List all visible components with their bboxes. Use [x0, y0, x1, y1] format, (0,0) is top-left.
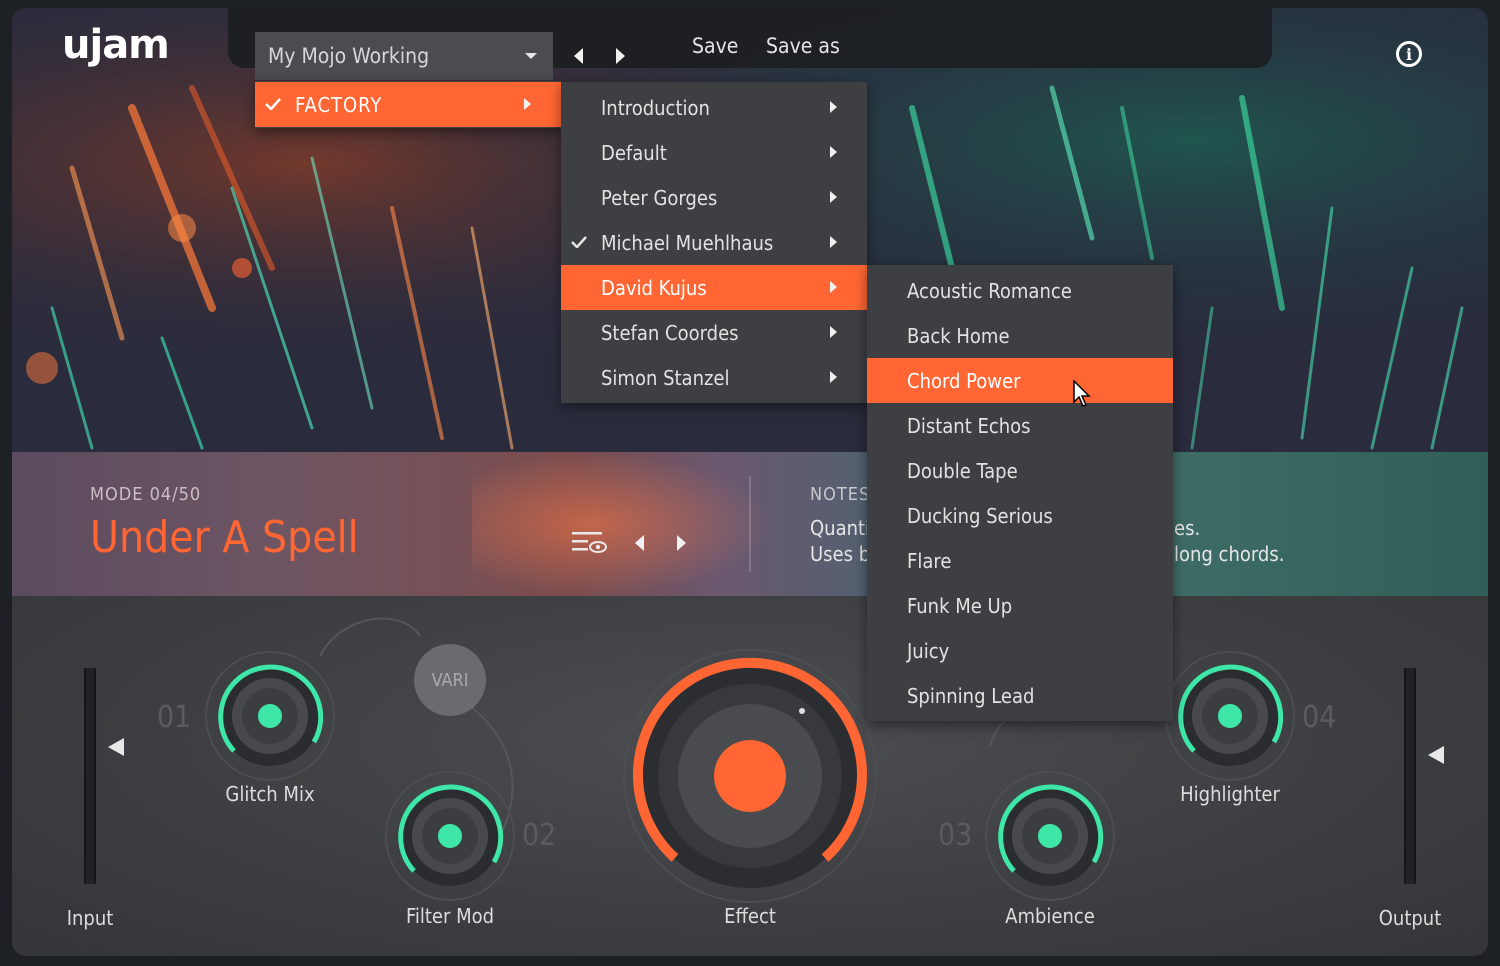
menu-item-simon-stanzel[interactable]: Simon Stanzel — [561, 355, 867, 400]
chevron-down-icon — [525, 53, 537, 59]
slot-number-02: 02 — [522, 818, 557, 853]
effect-knob[interactable] — [620, 646, 880, 906]
notes-line-2-right: long chords. — [1174, 542, 1285, 566]
filter-mod-knob[interactable] — [380, 766, 520, 906]
chevron-right-icon — [524, 98, 531, 110]
menu-item-peter-gorges[interactable]: Peter Gorges — [561, 175, 867, 220]
menu-item-flare[interactable]: Flare — [867, 538, 1173, 583]
notes-line-1-right: es. — [1174, 516, 1201, 540]
menu-item-back-home[interactable]: Back Home — [867, 313, 1173, 358]
chevron-right-icon — [830, 191, 837, 203]
next-preset-button[interactable] — [616, 48, 625, 64]
mode-number: MODE 04/50 — [90, 484, 202, 505]
chevron-right-icon — [830, 146, 837, 158]
check-icon — [571, 236, 587, 248]
strip-divider — [749, 476, 751, 572]
menu-item-label: FACTORY — [295, 92, 383, 117]
menu-item-factory[interactable]: FACTORY — [255, 82, 561, 127]
mode-list-icon[interactable] — [572, 530, 608, 556]
filter-mod-label: Filter Mod — [405, 904, 495, 928]
slot-number-03: 03 — [938, 818, 973, 853]
preset-dropdown[interactable]: My Mojo Working — [255, 32, 553, 80]
mode-name: Under A Spell — [90, 512, 359, 563]
glitch-mix-knob[interactable] — [200, 646, 340, 786]
presets-submenu: Acoustic Romance Back Home Chord Power D… — [867, 265, 1173, 721]
output-meter — [1404, 668, 1416, 884]
output-label: Output — [1378, 906, 1442, 930]
menu-item-ducking-serious[interactable]: Ducking Serious — [867, 493, 1173, 538]
output-level-handle[interactable] — [1428, 746, 1444, 764]
input-meter — [84, 668, 96, 884]
previous-mode-button[interactable] — [635, 535, 644, 551]
ambience-label: Ambience — [1005, 904, 1095, 928]
slot-number-01: 01 — [157, 700, 192, 735]
notes-line-1-left: Quanti — [810, 516, 867, 540]
ambience-knob[interactable] — [980, 766, 1120, 906]
menu-item-stefan-coordes[interactable]: Stefan Coordes — [561, 310, 867, 355]
input-level-handle[interactable] — [108, 738, 124, 756]
menu-item-juicy[interactable]: Juicy — [867, 628, 1173, 673]
menu-item-distant-echos[interactable]: Distant Echos — [867, 403, 1173, 448]
menu-item-introduction[interactable]: Introduction — [561, 85, 867, 130]
menu-item-acoustic-romance[interactable]: Acoustic Romance — [867, 268, 1173, 313]
notes-line-2-left: Uses b — [810, 542, 867, 566]
menu-item-double-tape[interactable]: Double Tape — [867, 448, 1173, 493]
slot-number-04: 04 — [1302, 700, 1337, 735]
preset-root-menu: FACTORY — [255, 81, 561, 128]
previous-preset-button[interactable] — [574, 48, 583, 64]
highlighter-label: Highlighter — [1180, 782, 1280, 806]
factory-submenu: Introduction Default Peter Gorges Michae… — [561, 82, 867, 403]
chevron-right-icon — [830, 281, 837, 293]
chevron-right-icon — [830, 371, 837, 383]
menu-item-default[interactable]: Default — [561, 130, 867, 175]
menu-item-spinning-lead[interactable]: Spinning Lead — [867, 673, 1173, 718]
preset-name: My Mojo Working — [268, 44, 430, 68]
chevron-right-icon — [830, 101, 837, 113]
menu-item-chord-power[interactable]: Chord Power — [867, 358, 1173, 403]
menu-item-funk-me-up[interactable]: Funk Me Up — [867, 583, 1173, 628]
menu-item-michael-muehlhaus[interactable]: Michael Muehlhaus — [561, 220, 867, 265]
save-button[interactable]: Save — [692, 34, 738, 58]
chevron-right-icon — [830, 236, 837, 248]
effect-label: Effect — [724, 904, 776, 928]
next-mode-button[interactable] — [677, 535, 686, 551]
glitch-mix-label: Glitch Mix — [225, 782, 315, 806]
vari-button[interactable]: VARI — [414, 644, 486, 716]
check-icon — [265, 98, 281, 110]
notes-title: NOTES — [810, 484, 870, 505]
highlighter-knob[interactable] — [1160, 646, 1300, 786]
info-icon[interactable]: i — [1396, 41, 1422, 67]
chevron-right-icon — [830, 326, 837, 338]
mouse-cursor-icon — [1073, 380, 1091, 407]
input-label: Input — [66, 906, 114, 930]
save-as-button[interactable]: Save as — [766, 34, 840, 58]
ujam-logo: ujam — [62, 22, 170, 68]
menu-item-david-kujus[interactable]: David Kujus — [561, 265, 867, 310]
